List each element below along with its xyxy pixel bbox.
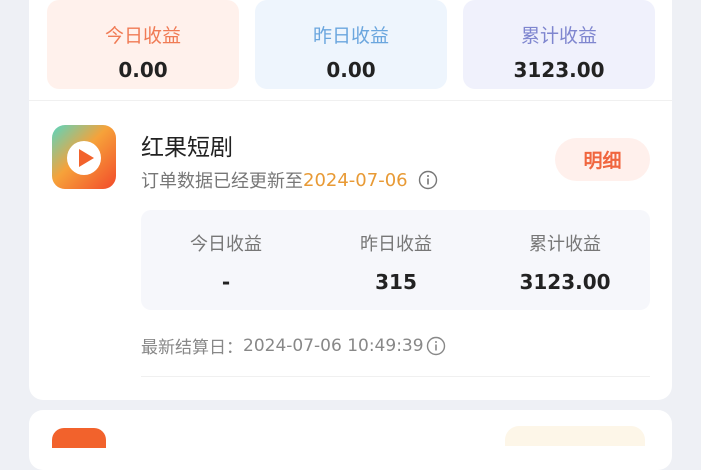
today-earnings-tile: 今日收益 0.00 [47, 0, 239, 89]
divider [141, 376, 650, 377]
total-earnings-label: 累计收益 [520, 25, 597, 47]
info-icon[interactable] [418, 170, 438, 190]
app-today-value: - [221, 270, 231, 294]
today-earnings-label: 今日收益 [104, 25, 181, 47]
play-logo-icon [52, 125, 116, 189]
next-app-button[interactable] [505, 426, 645, 446]
app-yesterday-label: 昨日收益 [360, 234, 432, 255]
divider [29, 100, 672, 101]
app-title: 红果短剧 [141, 135, 233, 161]
detail-button[interactable]: 明细 [555, 138, 650, 181]
next-app-logo-icon [52, 428, 106, 448]
app-total-label: 累计收益 [529, 234, 601, 255]
settlement-date: 最新结算日： 2024-07-06 10:49:39 [141, 333, 446, 358]
app-yesterday-column: 昨日收益 315 [311, 210, 481, 310]
app-yesterday-value: 315 [375, 270, 417, 294]
app-today-label: 今日收益 [190, 234, 262, 255]
settlement-label: 最新结算日： [141, 338, 243, 358]
total-earnings-value: 3123.00 [513, 58, 605, 82]
update-status: 订单数据已经更新至 2024-07-06 [141, 167, 438, 193]
total-earnings-tile: 累计收益 3123.00 [463, 0, 655, 89]
app-today-column: 今日收益 - [141, 210, 311, 310]
yesterday-earnings-value: 0.00 [326, 58, 376, 82]
yesterday-earnings-label: 昨日收益 [312, 25, 389, 47]
app-stats-panel: 今日收益 - 昨日收益 315 累计收益 3123.00 [141, 210, 650, 310]
app-total-value: 3123.00 [519, 270, 611, 294]
update-prefix: 订单数据已经更新至 [141, 171, 303, 192]
app-total-column: 累计收益 3123.00 [480, 210, 650, 310]
yesterday-earnings-tile: 昨日收益 0.00 [255, 0, 447, 89]
settlement-time: 2024-07-06 10:49:39 [243, 335, 424, 356]
update-date: 2024-07-06 [303, 169, 408, 191]
info-icon[interactable] [426, 336, 446, 356]
today-earnings-value: 0.00 [118, 58, 168, 82]
